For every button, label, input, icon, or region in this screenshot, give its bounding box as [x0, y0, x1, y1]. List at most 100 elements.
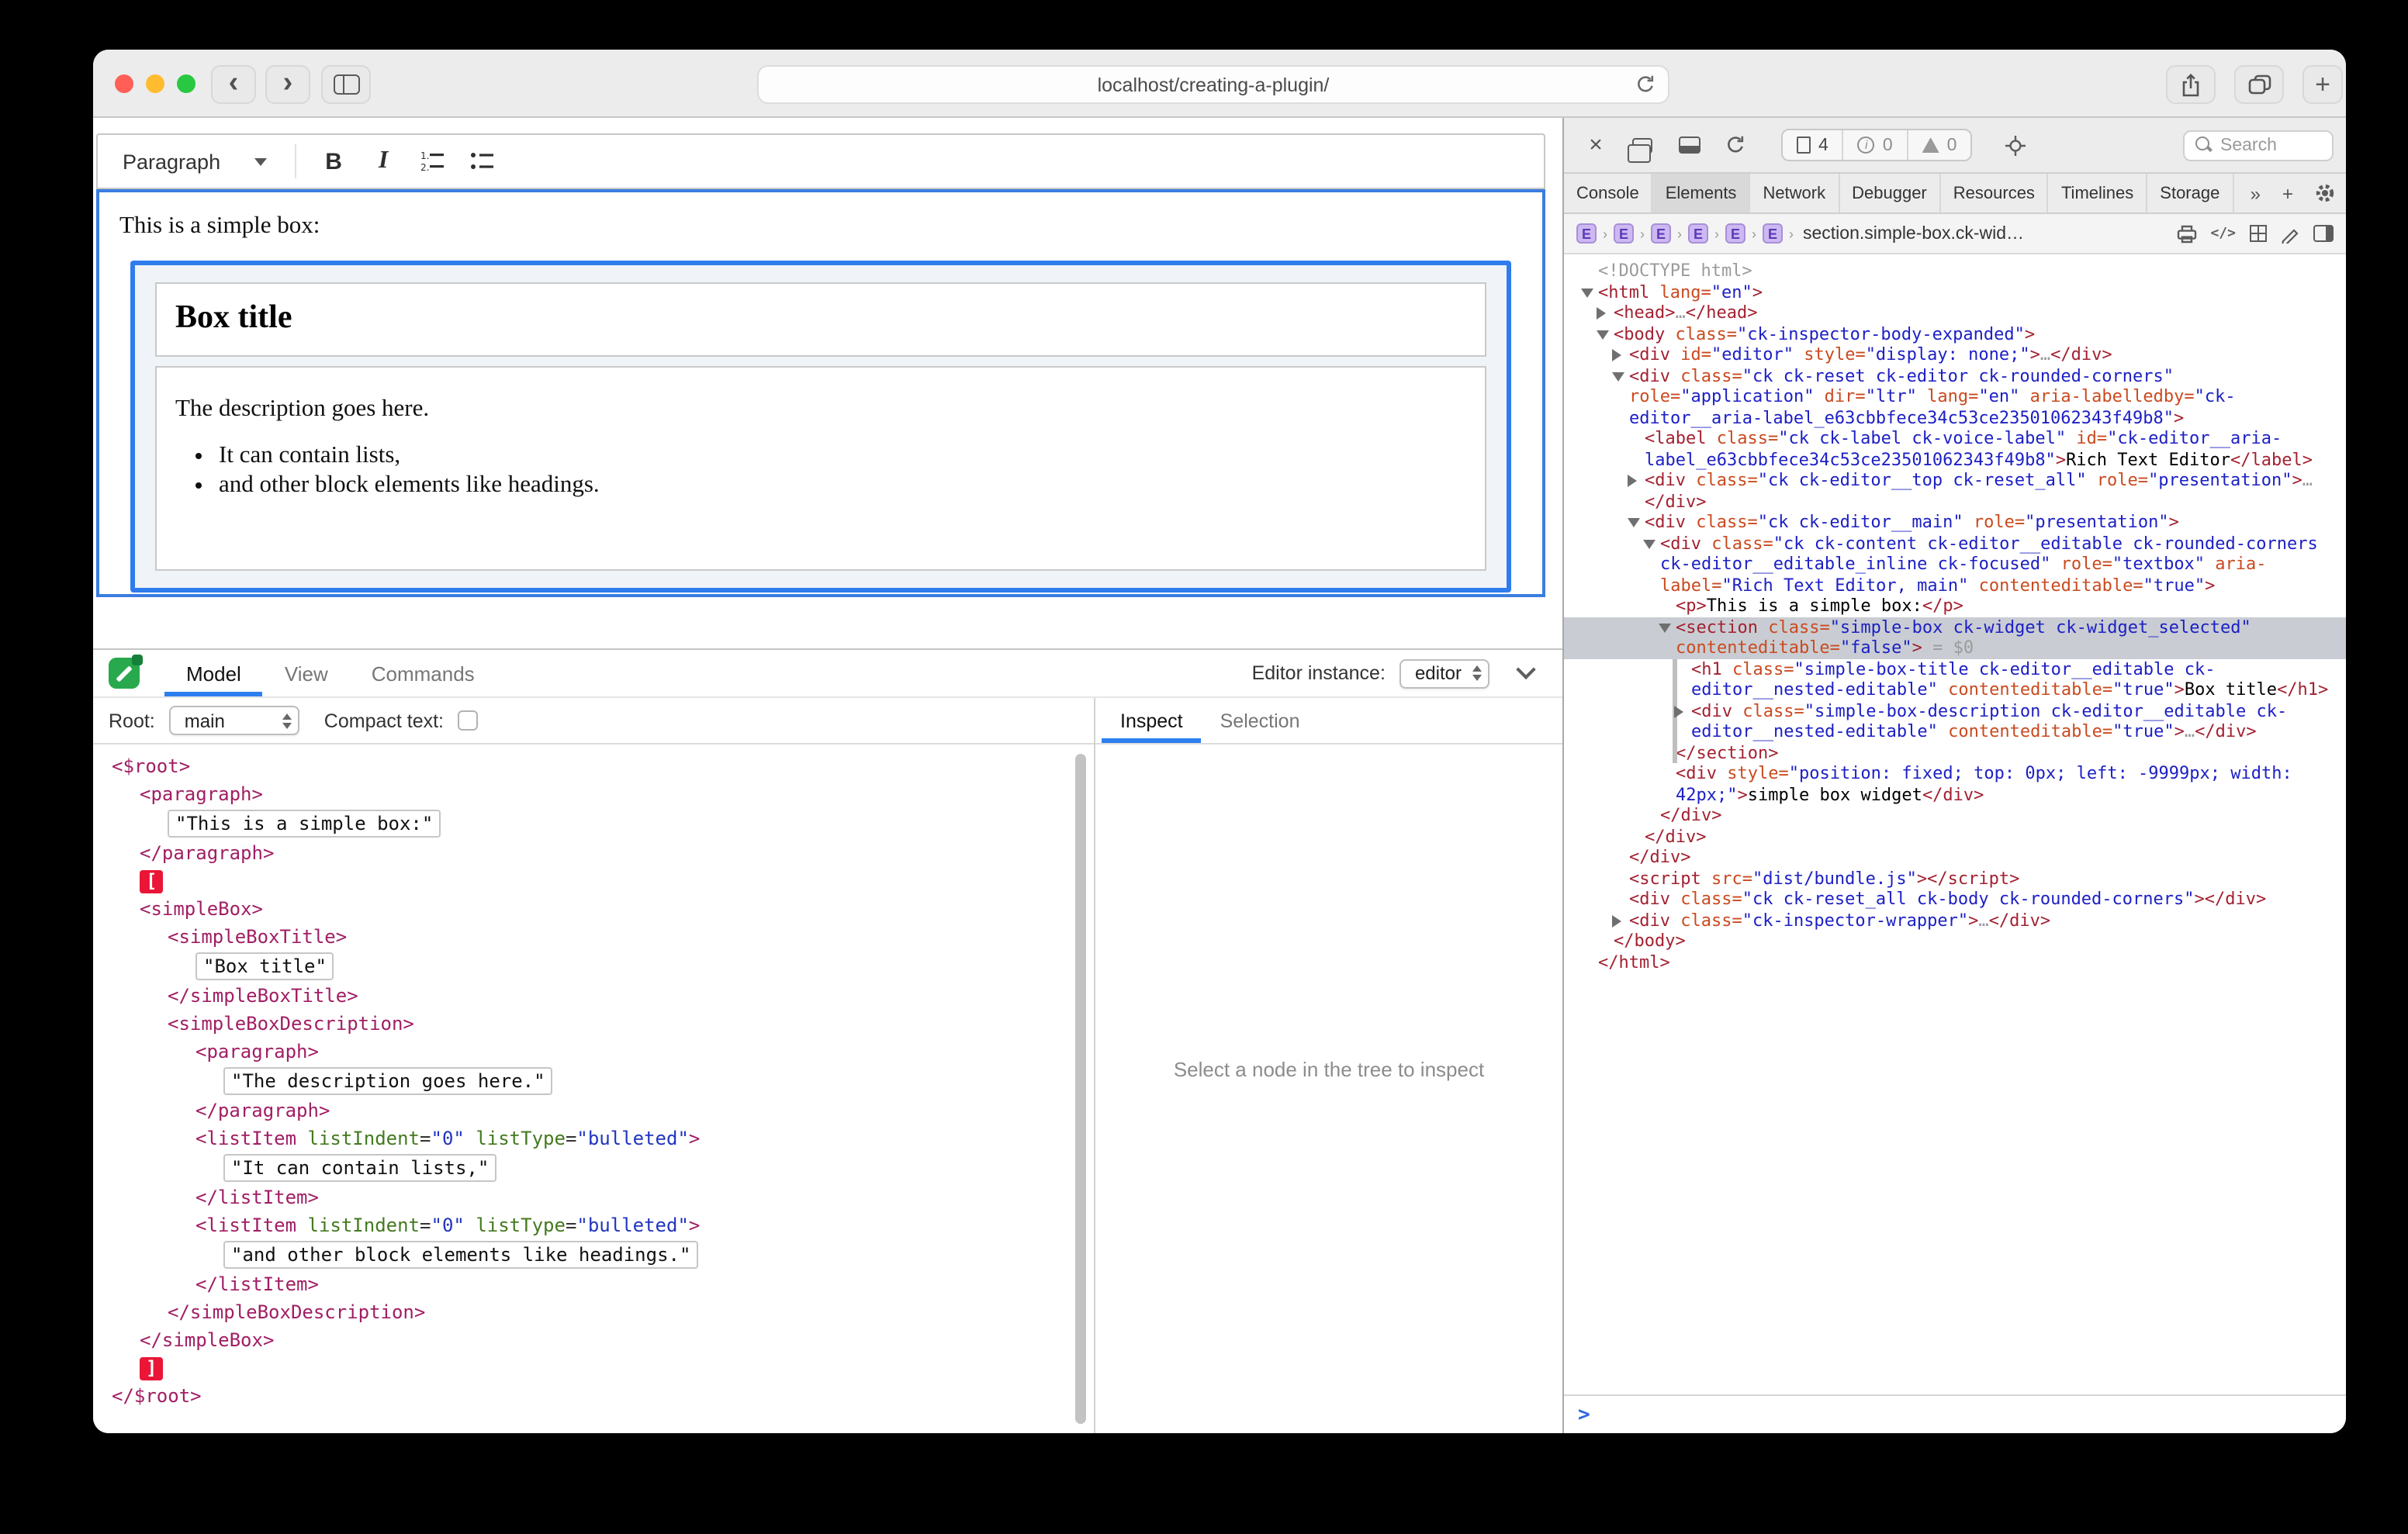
devtools-search-field[interactable]: Search [2183, 130, 2334, 161]
model-tree-line[interactable]: <simpleBox> [93, 895, 1094, 923]
element-crumb-icon[interactable]: E [1763, 223, 1783, 244]
expand-arrow-icon[interactable] [1597, 307, 1606, 320]
reload-icon[interactable] [1635, 74, 1656, 99]
editor-paragraph[interactable]: This is a simple box: [119, 212, 1524, 240]
zoom-window-button[interactable] [177, 74, 195, 93]
tab-overflow-button[interactable]: » [2240, 174, 2271, 212]
reload-page-button[interactable] [1716, 128, 1755, 162]
detach-devtools-button[interactable] [1623, 128, 1662, 162]
dom-tree-line[interactable]: <div class="ck ck-editor__top ck-reset_a… [1564, 470, 2346, 512]
print-icon[interactable] [2176, 224, 2196, 243]
collapse-arrow-icon[interactable] [1581, 288, 1593, 297]
dom-tree-line[interactable]: <section class="simple-box ck-widget ck-… [1564, 617, 2346, 658]
inspector-side-tab-selection[interactable]: Selection [1202, 698, 1319, 743]
details-sidebar-icon[interactable] [2313, 225, 2334, 242]
dom-tree-line[interactable]: <html lang="en"> [1564, 282, 2346, 302]
dom-tree-line[interactable]: <h1 class="simple-box-title ck-editor__e… [1564, 658, 2346, 700]
devtools-tab-storage[interactable]: Storage [2147, 174, 2233, 212]
dom-tree-line[interactable]: <script src="dist/bundle.js"></script> [1564, 868, 2346, 889]
model-tree-line[interactable]: <simpleBoxDescription> [93, 1010, 1094, 1038]
breadcrumb-current-node[interactable]: section.simple-box.ck-wid… [1803, 224, 2024, 243]
dom-tree-line[interactable]: </div> [1564, 847, 2346, 868]
dom-tree-line[interactable]: <div id="editor" style="display: none;">… [1564, 344, 2346, 365]
issue-count-button[interactable]: i 0 [1842, 130, 1907, 160]
tab-overview-button[interactable] [2234, 65, 2284, 104]
model-tree-line[interactable]: <paragraph> [93, 1038, 1094, 1066]
inspector-tab-model[interactable]: Model [164, 650, 263, 696]
element-crumb-icon[interactable]: E [1651, 223, 1671, 244]
collapse-inspector-button[interactable] [1503, 656, 1547, 690]
element-crumb-icon[interactable]: E [1614, 223, 1634, 244]
devtools-tab-network[interactable]: Network [1750, 174, 1839, 212]
model-tree-line[interactable]: <$root> [93, 752, 1094, 780]
close-window-button[interactable] [115, 74, 133, 93]
sidebar-toggle-button[interactable] [321, 65, 371, 104]
dom-tree-line[interactable]: <label class="ck ck-label ck-voice-label… [1564, 428, 2346, 470]
dom-tree-line[interactable]: </body> [1564, 931, 2346, 952]
dom-tree-line[interactable]: <div class="ck ck-reset ck-editor ck-rou… [1564, 365, 2346, 428]
close-devtools-button[interactable]: × [1576, 128, 1615, 162]
model-tree-line[interactable]: "Box title" [93, 951, 1094, 982]
show-source-icon[interactable]: </> [2210, 226, 2236, 241]
dom-tree-line[interactable]: <div class="ck ck-editor__main" role="pr… [1564, 512, 2346, 533]
collapse-arrow-icon[interactable] [1643, 539, 1656, 548]
dom-tree-line[interactable]: <div class="ck ck-content ck-editor__edi… [1564, 533, 2346, 596]
tab-count-button[interactable]: 4 [1783, 130, 1842, 160]
share-button[interactable] [2166, 65, 2216, 104]
model-tree-line[interactable]: </paragraph> [93, 839, 1094, 867]
italic-button[interactable]: I [358, 140, 408, 183]
inspector-tab-view[interactable]: View [263, 650, 350, 696]
devtools-tab-console[interactable]: Console [1564, 174, 1653, 212]
element-picker-button[interactable] [1995, 128, 2034, 162]
dom-tree-line[interactable]: </section> [1564, 742, 2346, 763]
editor-instance-select[interactable]: editor [1399, 658, 1489, 688]
dom-tree-line[interactable]: <p>This is a simple box:</p> [1564, 596, 2346, 617]
dom-tree-line[interactable]: <div class="simple-box-description ck-ed… [1564, 700, 2346, 742]
inspector-side-tab-inspect[interactable]: Inspect [1102, 698, 1202, 743]
dom-tree-line[interactable]: <!DOCTYPE html> [1564, 261, 2346, 282]
devtools-settings-button[interactable] [2304, 174, 2346, 212]
model-tree-line[interactable]: "and other block elements like headings.… [93, 1239, 1094, 1270]
address-bar[interactable]: localhost/creating-a-plugin/ [757, 65, 1669, 104]
model-tree-line[interactable]: </listItem> [93, 1270, 1094, 1298]
model-tree-line[interactable]: <listItem listIndent="0" listType="bulle… [93, 1125, 1094, 1152]
model-tree-line[interactable]: </$root> [93, 1382, 1094, 1410]
simple-box-description[interactable]: The description goes here. It can contai… [155, 366, 1486, 571]
dock-bottom-button[interactable] [1669, 128, 1708, 162]
collapse-arrow-icon[interactable] [1628, 518, 1640, 527]
model-tree-line[interactable]: </paragraph> [93, 1097, 1094, 1125]
element-crumb-icon[interactable]: E [1688, 223, 1708, 244]
collapse-arrow-icon[interactable] [1612, 371, 1624, 381]
model-tree-line[interactable]: ] [93, 1354, 1094, 1382]
devtools-tab-timelines[interactable]: Timelines [2049, 174, 2147, 212]
dom-tree-line[interactable]: </div> [1564, 805, 2346, 826]
model-tree-line[interactable]: <paragraph> [93, 780, 1094, 808]
devtools-tab-elements[interactable]: Elements [1653, 174, 1751, 212]
model-tree-line[interactable]: </simpleBoxDescription> [93, 1298, 1094, 1326]
add-devtools-tab-button[interactable]: + [2271, 174, 2304, 212]
tree-scrollbar[interactable] [1075, 754, 1086, 1424]
model-tree-line[interactable]: </listItem> [93, 1183, 1094, 1211]
inspector-tab-commands[interactable]: Commands [350, 650, 496, 696]
expand-arrow-icon[interactable] [1674, 705, 1683, 717]
model-tree-line[interactable]: "This is a simple box:" [93, 808, 1094, 839]
minimize-window-button[interactable] [146, 74, 164, 93]
bold-button[interactable]: B [309, 140, 358, 183]
dom-tree-line[interactable]: <head>…</head> [1564, 302, 2346, 323]
dom-tree-line[interactable]: <body class="ck-inspector-body-expanded"… [1564, 323, 2346, 344]
root-select[interactable]: main [169, 706, 299, 735]
expand-arrow-icon[interactable] [1612, 349, 1621, 361]
model-tree-line[interactable]: </simpleBoxTitle> [93, 982, 1094, 1010]
devtools-tab-resources[interactable]: Resources [1941, 174, 2049, 212]
compact-text-checkbox[interactable] [458, 710, 478, 731]
element-crumb-icon[interactable]: E [1576, 223, 1597, 244]
model-tree-line[interactable]: "It can contain lists," [93, 1152, 1094, 1183]
dom-tree-line[interactable]: <div style="position: fixed; top: 0px; l… [1564, 763, 2346, 805]
model-tree-line[interactable]: "The description goes here." [93, 1066, 1094, 1097]
model-tree-line[interactable]: [ [93, 867, 1094, 895]
collapse-arrow-icon[interactable] [1659, 623, 1671, 632]
dom-tree-line[interactable]: <div class="ck-inspector-wrapper">…</div… [1564, 910, 2346, 931]
new-tab-button[interactable]: + [2302, 65, 2343, 104]
expand-arrow-icon[interactable] [1628, 475, 1637, 487]
paragraph-dropdown[interactable]: Paragraph [107, 140, 282, 183]
